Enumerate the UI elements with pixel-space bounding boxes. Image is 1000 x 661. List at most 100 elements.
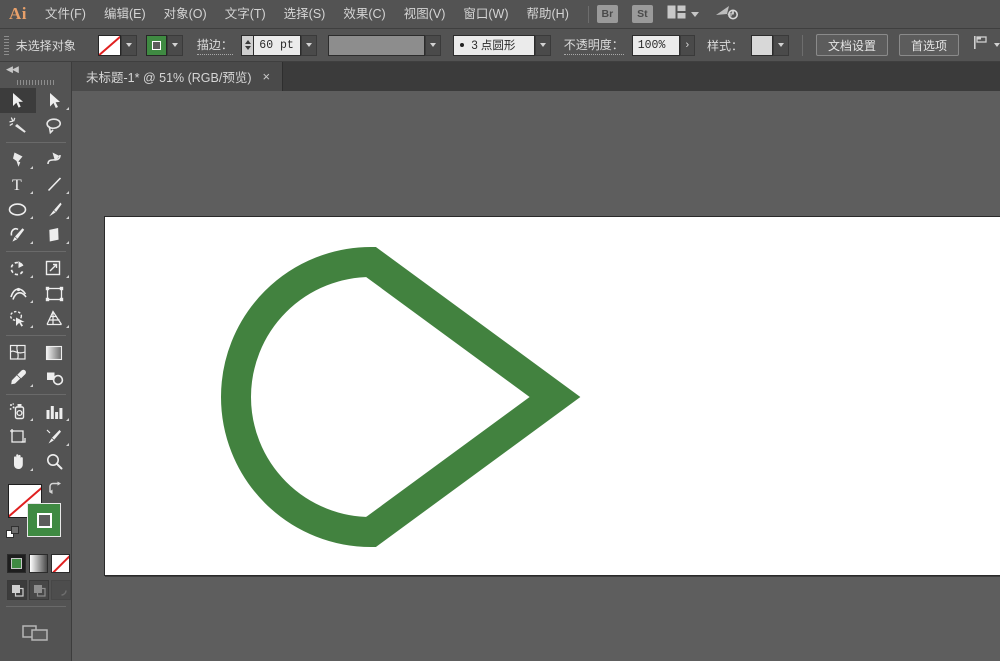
drawing-mode-behind-button[interactable] <box>29 580 49 600</box>
menu-view[interactable]: 视图(V) <box>395 0 455 29</box>
tool-group-indicator-icon <box>30 300 33 303</box>
stroke-dropdown-button[interactable] <box>167 35 183 56</box>
stroke-weight-label[interactable]: 描边： <box>197 36 233 55</box>
slice-tool[interactable] <box>36 424 72 449</box>
pen-tool[interactable] <box>0 147 36 172</box>
document-tab[interactable]: 未标题-1* @ 51% (RGB/预览) × <box>72 62 283 91</box>
perspective-grid-tool[interactable] <box>36 306 72 331</box>
chevron-down-icon <box>306 43 312 47</box>
tool-group-indicator-icon <box>66 443 69 446</box>
curvature-tool[interactable] <box>36 147 72 172</box>
teardrop-path[interactable] <box>105 217 1000 577</box>
shaper-tool[interactable] <box>0 222 36 247</box>
opacity-label[interactable]: 不透明度： <box>564 36 624 55</box>
swap-fill-stroke-icon[interactable] <box>48 481 64 501</box>
control-bar-grip[interactable] <box>4 36 9 55</box>
menu-file[interactable]: 文件(F) <box>36 0 95 29</box>
control-bar: 未选择对象 描边： 60 pt 3 点圆形 不透明度： 100% › 样式： <box>0 29 1000 62</box>
menu-bar: Ai 文件(F) 编辑(E) 对象(O) 文字(T) 选择(S) 效果(C) 视… <box>0 0 1000 29</box>
stroke-swatch[interactable] <box>27 503 61 537</box>
tools-divider <box>6 142 66 143</box>
collapse-panel-button[interactable]: ◀◀ <box>0 62 71 76</box>
brush-definition-field[interactable]: 3 点圆形 <box>453 35 534 56</box>
graphic-style-dropdown-button[interactable] <box>773 35 789 56</box>
line-segment-tool[interactable] <box>36 172 72 197</box>
stroke-weight-input[interactable]: 60 pt <box>253 35 301 56</box>
menu-help[interactable]: 帮助(H) <box>518 0 578 29</box>
svg-text:T: T <box>12 177 22 193</box>
chevron-down-icon <box>691 12 699 17</box>
artboard[interactable] <box>104 216 1000 576</box>
direct-selection-tool[interactable] <box>36 88 72 113</box>
ellipse-tool[interactable] <box>0 197 36 222</box>
shape-builder-tool[interactable] <box>0 306 36 331</box>
menu-select[interactable]: 选择(S) <box>275 0 335 29</box>
eyedropper-tool[interactable] <box>0 365 36 390</box>
selection-status-label: 未选择对象 <box>16 37 76 54</box>
fill-swatch[interactable] <box>98 35 121 56</box>
drawing-mode-normal-button[interactable] <box>7 580 27 600</box>
artboard-tool[interactable] <box>0 424 36 449</box>
mesh-tool[interactable] <box>0 340 36 365</box>
change-screen-mode-icon[interactable] <box>0 619 71 645</box>
fill-stroke-controls <box>0 478 72 552</box>
align-to-button[interactable] <box>973 35 1000 55</box>
scale-tool[interactable] <box>36 256 72 281</box>
lasso-tool[interactable] <box>36 113 72 138</box>
app-logo-icon: Ai <box>0 0 36 29</box>
none-mode-button[interactable] <box>51 554 70 573</box>
selection-tool[interactable] <box>0 88 36 113</box>
free-transform-tool[interactable] <box>36 281 72 306</box>
paintbrush-tool[interactable] <box>36 197 72 222</box>
arrange-documents-icon <box>667 5 686 24</box>
opacity-panel-button[interactable]: › <box>680 35 695 56</box>
menu-effect[interactable]: 效果(C) <box>334 0 394 29</box>
menu-object[interactable]: 对象(O) <box>155 0 216 29</box>
chevron-down-icon <box>778 43 784 47</box>
preferences-button[interactable]: 首选项 <box>899 34 959 56</box>
gradient-mode-button[interactable] <box>29 554 48 573</box>
width-profile-preview[interactable] <box>328 35 425 56</box>
hand-tool[interactable] <box>0 449 36 474</box>
fill-dropdown-button[interactable] <box>121 35 137 56</box>
width-tool[interactable] <box>0 281 36 306</box>
stroke-weight-stepper[interactable] <box>241 35 253 56</box>
document-setup-button[interactable]: 文档设置 <box>816 34 888 56</box>
close-icon[interactable]: × <box>263 70 271 83</box>
opacity-input[interactable]: 100% <box>632 35 680 56</box>
graphic-style-label: 样式： <box>707 37 743 54</box>
stroke-color-swatch[interactable] <box>146 35 167 56</box>
type-tool[interactable]: T <box>0 172 36 197</box>
bridge-button[interactable]: Br <box>597 5 618 23</box>
tool-group-indicator-icon <box>66 216 69 219</box>
stock-button[interactable]: St <box>632 5 653 23</box>
menu-edit[interactable]: 编辑(E) <box>95 0 155 29</box>
tools-panel-grip[interactable] <box>0 76 71 88</box>
color-mode-button[interactable] <box>7 554 26 573</box>
magic-wand-tool[interactable] <box>0 113 36 138</box>
symbol-sprayer-tool[interactable] <box>0 399 36 424</box>
graphic-style-swatch[interactable] <box>751 35 773 56</box>
gradient-tool[interactable] <box>36 340 72 365</box>
canvas-area[interactable] <box>72 91 1000 661</box>
zoom-tool[interactable] <box>36 449 72 474</box>
chevron-down-icon <box>994 43 1000 47</box>
drawing-mode-inside-button[interactable] <box>51 580 71 600</box>
brush-preview-icon <box>460 43 464 47</box>
sync-settings-icon[interactable] <box>715 3 739 26</box>
tool-group-indicator-icon <box>66 107 69 110</box>
tool-group-indicator-icon <box>30 241 33 244</box>
brush-dropdown-button[interactable] <box>535 35 551 56</box>
stroke-weight-dropdown-button[interactable] <box>301 35 317 56</box>
menu-type[interactable]: 文字(T) <box>216 0 275 29</box>
column-graph-tool[interactable] <box>36 399 72 424</box>
chevron-down-icon <box>126 43 132 47</box>
width-profile-dropdown-button[interactable] <box>425 35 441 56</box>
blend-tool[interactable] <box>36 365 72 390</box>
default-fill-stroke-icon[interactable] <box>6 526 21 546</box>
eraser-tool[interactable] <box>36 222 72 247</box>
align-to-icon <box>973 35 989 55</box>
menu-window[interactable]: 窗口(W) <box>454 0 517 29</box>
arrange-documents-button[interactable] <box>667 5 699 24</box>
rotate-tool[interactable] <box>0 256 36 281</box>
